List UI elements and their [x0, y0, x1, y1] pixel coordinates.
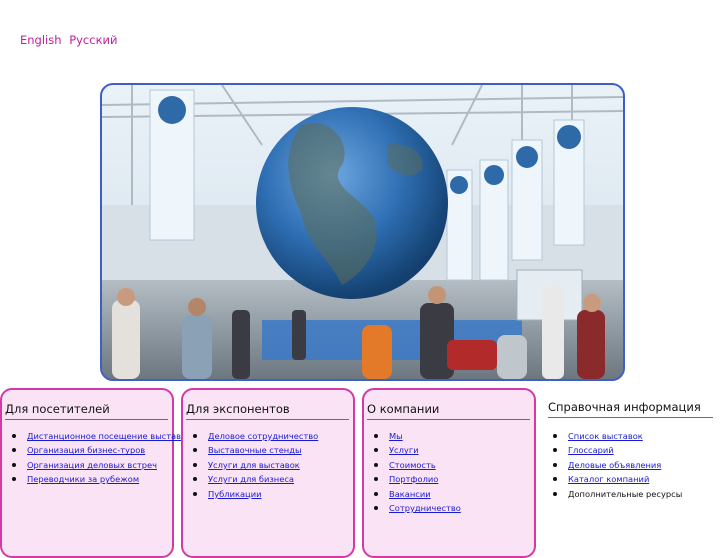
reference-info-section-title: Справочная информация: [548, 400, 713, 418]
language-switcher: English Русский: [20, 33, 121, 47]
list-item: Дистанционное посещение выставок: [12, 429, 191, 443]
about-company-section-title: О компании: [367, 402, 530, 420]
exhibition-list-link[interactable]: Список выставок: [568, 431, 643, 441]
visitors-section: Для посетителей Дистанционное посещение …: [0, 388, 191, 558]
reference-info-section: Справочная информация Список выставок Гл…: [543, 388, 727, 558]
remote-exhibition-visit-link[interactable]: Дистанционное посещение выставок: [27, 431, 191, 441]
list-item: Каталог компаний: [553, 472, 727, 486]
exhibition-stands-link[interactable]: Выставочные стенды: [208, 445, 302, 455]
business-services-link[interactable]: Услуги для бизнеса: [208, 474, 294, 484]
list-item: Вакансии: [374, 487, 534, 501]
about-company-links: Мы Услуги Стоимость Портфолио Вакансии С…: [364, 429, 534, 515]
publications-link[interactable]: Публикации: [208, 489, 262, 499]
list-item: Стоимость: [374, 458, 534, 472]
reference-info-links: Список выставок Глоссарий Деловые объявл…: [543, 429, 727, 501]
list-item: Публикации: [193, 487, 353, 501]
list-item: Услуги: [374, 443, 534, 457]
business-meetings-link[interactable]: Организация деловых встреч: [27, 460, 157, 470]
exhibitors-links: Деловое сотрудничество Выставочные стенд…: [183, 429, 353, 501]
list-item: Выставочные стенды: [193, 443, 353, 457]
translators-abroad-link[interactable]: Переводчики за рубежом: [27, 474, 139, 484]
list-item: Портфолио: [374, 472, 534, 486]
list-item: Переводчики за рубежом: [12, 472, 172, 486]
business-tours-link[interactable]: Организация бизнес-туров: [27, 445, 145, 455]
list-item: Услуги для бизнеса: [193, 472, 353, 486]
portfolio-link[interactable]: Портфолио: [389, 474, 438, 484]
list-item: Дополнительные ресурсы: [553, 487, 727, 501]
partnership-link[interactable]: Сотрудничество: [389, 503, 461, 513]
list-item: Деловые объявления: [553, 458, 727, 472]
exhibition-services-link[interactable]: Услуги для выставок: [208, 460, 300, 470]
business-ads-link[interactable]: Деловые объявления: [568, 460, 661, 470]
list-item: Услуги для выставок: [193, 458, 353, 472]
language-russian-link[interactable]: Русский: [69, 33, 117, 47]
company-catalog-link[interactable]: Каталог компаний: [568, 474, 649, 484]
exhibitors-section: Для экспонентов Деловое сотрудничество В…: [181, 388, 355, 558]
list-item: Организация деловых встреч: [12, 458, 172, 472]
list-item: Сотрудничество: [374, 501, 534, 515]
visitors-links: Дистанционное посещение выставок Организ…: [2, 429, 191, 487]
exhibitors-section-title: Для экспонентов: [186, 402, 349, 420]
glossary-link[interactable]: Глоссарий: [568, 445, 614, 455]
pricing-link[interactable]: Стоимость: [389, 460, 436, 470]
hero-photo-exhibition-globe: [100, 83, 625, 381]
about-company-section: О компании Мы Услуги Стоимость Портфолио…: [362, 388, 536, 558]
additional-resources-text: Дополнительные ресурсы: [568, 488, 683, 499]
language-english-link[interactable]: English: [20, 33, 62, 47]
visitors-section-title: Для посетителей: [5, 402, 168, 420]
list-item: Организация бизнес-туров: [12, 443, 172, 457]
list-item: Список выставок: [553, 429, 727, 443]
list-item: Глоссарий: [553, 443, 727, 457]
vacancies-link[interactable]: Вакансии: [389, 489, 431, 499]
about-us-link[interactable]: Мы: [389, 431, 403, 441]
exhibition-hall-illustration: [102, 85, 623, 379]
business-cooperation-link[interactable]: Деловое сотрудничество: [208, 431, 318, 441]
services-link[interactable]: Услуги: [389, 445, 419, 455]
list-item: Мы: [374, 429, 534, 443]
list-item: Деловое сотрудничество: [193, 429, 353, 443]
